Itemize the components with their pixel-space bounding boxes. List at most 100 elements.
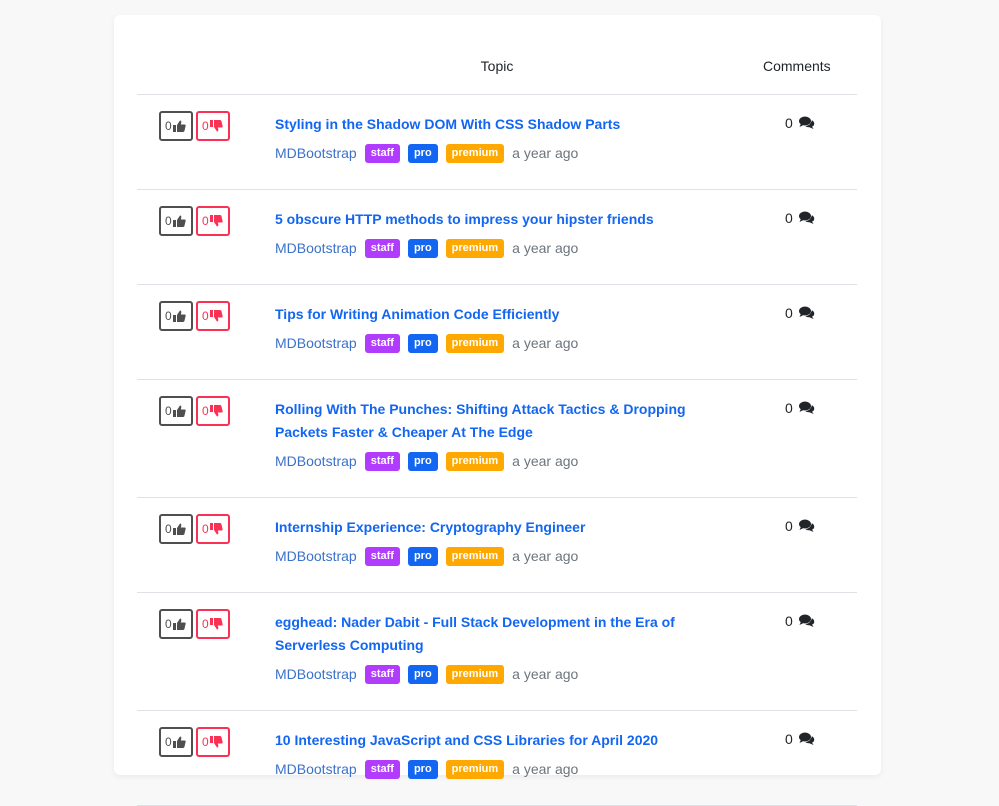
dislike-button[interactable]: 0 [196, 609, 230, 639]
comment-count: 0 [785, 210, 793, 226]
staff-badge: staff [364, 664, 400, 684]
thumbs-down-icon [209, 214, 223, 227]
topic-cell: Styling in the Shadow DOM With CSS Shado… [275, 113, 705, 164]
dislike-button[interactable]: 0 [196, 727, 230, 757]
comments-column-header: Comments [763, 58, 831, 74]
author-link[interactable]: MDBootstrap [275, 453, 357, 469]
table-row: 0 0 Internship Experience: Cryptography … [137, 498, 857, 593]
topic-meta: MDBootstrap staff pro premium a year ago [275, 663, 705, 685]
topics-table: Topic Comments 0 0 Styling in the Shadow… [137, 15, 857, 806]
post-time: a year ago [512, 548, 579, 564]
like-count: 0 [165, 309, 172, 323]
thumbs-up-icon [172, 215, 186, 227]
thumbs-up-icon [172, 618, 186, 630]
thumbs-down-icon [209, 119, 223, 132]
comments-icon [798, 614, 814, 628]
pro-badge: pro [407, 333, 438, 353]
table-row: 0 0 Tips for Writing Animation Code Effi… [137, 285, 857, 380]
premium-badge: premium [445, 143, 505, 163]
pro-badge: pro [407, 238, 438, 258]
topic-title-link[interactable]: Styling in the Shadow DOM With CSS Shado… [275, 113, 705, 136]
like-button[interactable]: 0 [159, 514, 193, 544]
post-time: a year ago [512, 761, 579, 777]
premium-badge: premium [445, 333, 505, 353]
staff-badge: staff [364, 451, 400, 471]
like-button[interactable]: 0 [159, 206, 193, 236]
thumbs-down-icon [209, 404, 223, 417]
post-time: a year ago [512, 453, 579, 469]
like-count: 0 [165, 522, 172, 536]
topic-title-link[interactable]: egghead: Nader Dabit - Full Stack Develo… [275, 611, 705, 657]
topic-title-link[interactable]: Internship Experience: Cryptography Engi… [275, 516, 705, 539]
topic-title-link[interactable]: Rolling With The Punches: Shifting Attac… [275, 398, 705, 444]
author-link[interactable]: MDBootstrap [275, 548, 357, 564]
pro-badge: pro [407, 664, 438, 684]
author-link[interactable]: MDBootstrap [275, 145, 357, 161]
thumbs-down-icon [209, 735, 223, 748]
comment-count: 0 [785, 115, 793, 131]
comments-icon [798, 732, 814, 746]
topic-title-link[interactable]: 5 obscure HTTP methods to impress your h… [275, 208, 705, 231]
comments-cell: 0 [785, 613, 815, 629]
like-button[interactable]: 0 [159, 727, 193, 757]
table-row: 0 0 egghead: Nader Dabit - Full Stack De… [137, 593, 857, 711]
author-link[interactable]: MDBootstrap [275, 240, 357, 256]
topic-cell: Tips for Writing Animation Code Efficien… [275, 303, 705, 354]
like-count: 0 [165, 404, 172, 418]
table-row: 0 0 10 Interesting JavaScript and CSS Li… [137, 711, 857, 806]
topic-cell: Rolling With The Punches: Shifting Attac… [275, 398, 705, 472]
like-button[interactable]: 0 [159, 609, 193, 639]
author-link[interactable]: MDBootstrap [275, 761, 357, 777]
author-link[interactable]: MDBootstrap [275, 335, 357, 351]
premium-badge: premium [445, 664, 505, 684]
like-button[interactable]: 0 [159, 396, 193, 426]
topic-meta: MDBootstrap staff pro premium a year ago [275, 332, 705, 354]
comments-cell: 0 [785, 518, 815, 534]
pro-badge: pro [407, 759, 438, 779]
comments-cell: 0 [785, 731, 815, 747]
topic-meta: MDBootstrap staff pro premium a year ago [275, 237, 705, 259]
dislike-button[interactable]: 0 [196, 396, 230, 426]
dislike-count: 0 [202, 214, 209, 228]
topic-meta: MDBootstrap staff pro premium a year ago [275, 758, 705, 780]
dislike-count: 0 [202, 617, 209, 631]
comments-icon [798, 306, 814, 320]
thumbs-down-icon [209, 309, 223, 322]
table-row: 0 0 Rolling With The Punches: Shifting A… [137, 380, 857, 498]
dislike-button[interactable]: 0 [196, 301, 230, 331]
premium-badge: premium [445, 238, 505, 258]
comments-cell: 0 [785, 305, 815, 321]
comment-count: 0 [785, 305, 793, 321]
pro-badge: pro [407, 546, 438, 566]
post-time: a year ago [512, 240, 579, 256]
comments-icon [798, 401, 814, 415]
staff-badge: staff [364, 143, 400, 163]
like-button[interactable]: 0 [159, 301, 193, 331]
comment-count: 0 [785, 400, 793, 416]
like-button[interactable]: 0 [159, 111, 193, 141]
post-time: a year ago [512, 145, 579, 161]
dislike-count: 0 [202, 735, 209, 749]
comments-cell: 0 [785, 400, 815, 416]
dislike-count: 0 [202, 309, 209, 323]
premium-badge: premium [445, 759, 505, 779]
topic-column-header: Topic [480, 58, 514, 74]
topic-title-link[interactable]: Tips for Writing Animation Code Efficien… [275, 303, 705, 326]
like-count: 0 [165, 214, 172, 228]
thumbs-down-icon [209, 617, 223, 630]
author-link[interactable]: MDBootstrap [275, 666, 357, 682]
dislike-button[interactable]: 0 [196, 206, 230, 236]
comments-icon [798, 519, 814, 533]
premium-badge: premium [445, 546, 505, 566]
comment-count: 0 [785, 518, 793, 534]
topic-meta: MDBootstrap staff pro premium a year ago [275, 545, 705, 567]
comments-icon [798, 116, 814, 130]
topics-card: Topic Comments 0 0 Styling in the Shadow… [114, 15, 881, 806]
dislike-button[interactable]: 0 [196, 111, 230, 141]
staff-badge: staff [364, 238, 400, 258]
staff-badge: staff [364, 333, 400, 353]
dislike-button[interactable]: 0 [196, 514, 230, 544]
thumbs-up-icon [172, 736, 186, 748]
post-time: a year ago [512, 666, 579, 682]
comment-count: 0 [785, 613, 793, 629]
